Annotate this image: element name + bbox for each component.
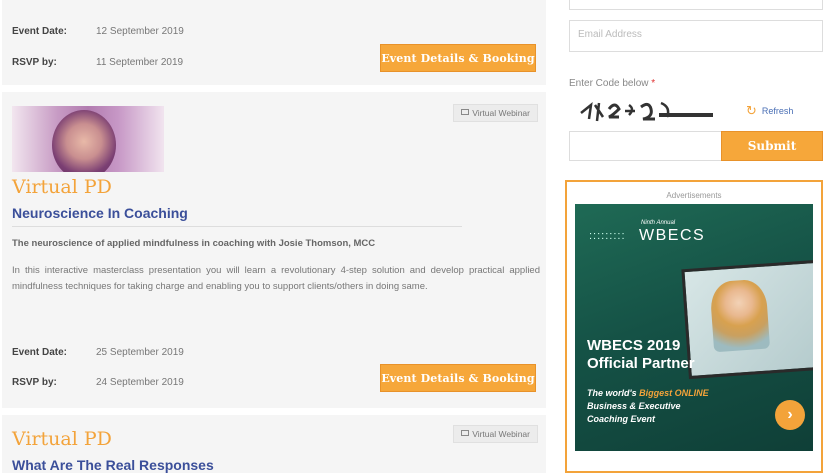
sidebar: Email Address Enter Code below * ↻ Refre… bbox=[563, 0, 823, 473]
ad-headline: WBECS 2019 Official Partner bbox=[587, 337, 695, 373]
submit-button[interactable]: Submit bbox=[721, 131, 823, 161]
code-label: Enter Code below * bbox=[569, 78, 655, 89]
ad-tagline: The world's Biggest ONLINE Business & Ex… bbox=[587, 387, 709, 426]
event-subtitle: The neuroscience of applied mindfulness … bbox=[12, 238, 376, 249]
wbecs-logo-dots: ::::::::: bbox=[589, 230, 626, 242]
ad-tagline-line-2: Business & Executive bbox=[587, 401, 681, 411]
virtual-webinar-tag: Virtual Webinar bbox=[453, 104, 538, 122]
email-field[interactable]: Email Address bbox=[569, 20, 823, 52]
event-date-label: Event Date: bbox=[12, 26, 68, 37]
event-card: Virtual Webinar Virtual PD What Are The … bbox=[2, 415, 546, 473]
tag-label: Virtual Webinar bbox=[472, 108, 530, 118]
advertisements-label: Advertisements bbox=[666, 191, 722, 200]
event-details-booking-button[interactable]: Event Details & Booking bbox=[380, 364, 536, 392]
ad-headline-line-1: WBECS 2019 bbox=[587, 337, 681, 354]
tag-label: Virtual Webinar bbox=[472, 429, 530, 439]
rsvp-label: RSVP by: bbox=[12, 57, 57, 68]
speaker-photo bbox=[52, 110, 116, 172]
ad-tagline-line-1: The world's Biggest ONLINE bbox=[587, 387, 709, 400]
rsvp-label: RSVP by: bbox=[12, 377, 57, 388]
event-title-link[interactable]: What Are The Real Responses bbox=[12, 457, 214, 473]
ad-headline-line-2: Official Partner bbox=[587, 355, 695, 372]
refresh-icon: ↻ bbox=[746, 103, 757, 118]
ad-brand: WBECS bbox=[639, 227, 706, 244]
ad-tagline-line-3: Coaching Event bbox=[587, 414, 656, 424]
rsvp-row: RSVP by: 24 September 2019 bbox=[12, 377, 184, 388]
event-card: Virtual Webinar Virtual PD Neuroscience … bbox=[2, 92, 546, 408]
required-mark: * bbox=[651, 78, 656, 89]
event-date-row: Event Date: 25 September 2019 bbox=[12, 347, 184, 358]
event-date-value: 25 September 2019 bbox=[96, 347, 184, 358]
name-field[interactable] bbox=[569, 0, 823, 10]
captcha-input[interactable] bbox=[569, 131, 723, 161]
event-date-value: 12 September 2019 bbox=[96, 26, 184, 37]
code-label-text: Enter Code below bbox=[569, 78, 649, 89]
event-details-booking-button[interactable]: Event Details & Booking bbox=[380, 44, 536, 72]
ad-person-photo bbox=[709, 278, 771, 353]
event-category: Virtual PD bbox=[12, 428, 112, 450]
monitor-icon bbox=[461, 430, 470, 436]
chevron-right-icon[interactable]: › bbox=[775, 400, 805, 430]
monitor-icon bbox=[461, 109, 470, 115]
event-title-link[interactable]: Neuroscience In Coaching bbox=[12, 205, 188, 221]
events-list: Event Date: 12 September 2019 RSVP by: 1… bbox=[0, 0, 547, 473]
refresh-label: Refresh bbox=[761, 106, 794, 116]
event-description: In this interactive masterclass presenta… bbox=[12, 265, 540, 292]
captcha-image bbox=[580, 101, 713, 122]
rsvp-value: 11 September 2019 bbox=[96, 57, 184, 68]
divider bbox=[12, 226, 462, 227]
ad-ninth-annual: Ninth Annual bbox=[641, 220, 676, 226]
event-card: Event Date: 12 September 2019 RSVP by: 1… bbox=[2, 0, 546, 85]
event-date-row: Event Date: 12 September 2019 bbox=[12, 26, 184, 37]
rsvp-value: 24 September 2019 bbox=[96, 377, 184, 388]
event-thumbnail[interactable] bbox=[12, 106, 164, 172]
wbecs-ad-banner[interactable]: ::::::::: Ninth Annual WBECS WBECS 2019 … bbox=[575, 204, 813, 451]
advertisement-box: Advertisements ::::::::: Ninth Annual WB… bbox=[565, 180, 823, 473]
ad-tagline-pre: The world's bbox=[587, 388, 640, 398]
virtual-webinar-tag: Virtual Webinar bbox=[453, 425, 538, 443]
rsvp-row: RSVP by: 11 September 2019 bbox=[12, 57, 183, 68]
ad-laptop-screen bbox=[681, 258, 813, 380]
refresh-captcha-button[interactable]: ↻ Refresh bbox=[746, 103, 793, 119]
event-date-label: Event Date: bbox=[12, 347, 68, 358]
event-category: Virtual PD bbox=[12, 176, 112, 198]
ad-tagline-highlight: Biggest ONLINE bbox=[639, 388, 709, 398]
